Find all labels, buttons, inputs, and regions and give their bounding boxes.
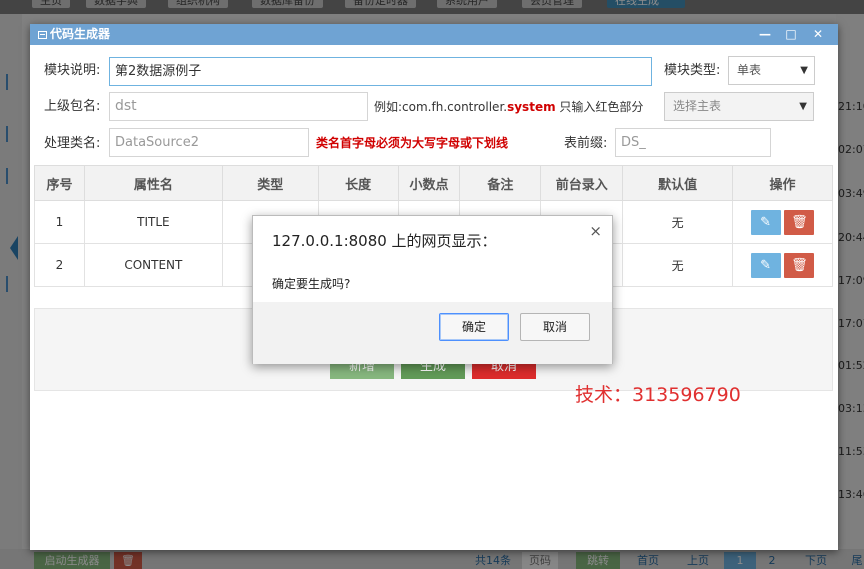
maximize-icon[interactable]: □ [780,24,802,45]
confirm-message: 确定要生成吗? [272,277,351,291]
col-header: 备注 [459,165,542,201]
col-header: 前台录入 [540,165,624,201]
cell-default: 无 [622,200,734,244]
cell-actions: ✎ 🗑 [732,200,833,244]
cell-no: 1 [34,200,85,244]
cell-default: 无 [622,243,734,287]
cell-actions: ✎ 🗑 [732,243,833,287]
module-desc-input[interactable]: 第2数据源例子 [109,57,652,86]
window-icon [38,31,47,39]
confirm-dialog: 127.0.0.1:8080 上的网页显示： × 确定要生成吗? 确定 取消 [252,215,613,364]
dialog-title-bar[interactable]: 代码生成器 — □ ✕ [30,24,838,45]
minimize-icon[interactable]: — [754,24,776,45]
package-label: 上级包名: [44,99,101,114]
confirm-title: 127.0.0.1:8080 上的网页显示： [272,232,497,250]
edit-icon[interactable]: ✎ [750,209,781,235]
module-type-select[interactable]: 单表 ▼ [728,56,815,85]
trash-icon[interactable]: 🗑 [784,252,815,278]
cell-no: 2 [34,243,85,287]
package-hint: 例如:com.fh.controller.system 只输入红色部分 [374,93,643,121]
module-type-label: 模块类型: [664,63,721,78]
col-header: 序号 [34,165,85,201]
edit-icon[interactable]: ✎ [750,252,781,278]
package-hint-red: system [507,100,556,114]
col-header: 操作 [732,165,833,201]
col-header: 属性名 [83,165,223,201]
col-header: 类型 [221,165,319,201]
package-input[interactable]: dst [109,92,368,121]
close-icon[interactable]: × [589,222,602,240]
contact-watermark: 技术：313596790 [575,384,741,406]
col-header: 默认值 [622,165,734,201]
col-header: 长度 [317,165,399,201]
class-name-label: 处理类名: [44,136,101,151]
module-type-value: 单表 [737,63,762,77]
table-prefix-input[interactable]: DS_ [615,128,771,157]
package-hint-suffix: 只输入红色部分 [559,100,644,114]
table-header-row: 序号 属性名 类型 长度 小数点 备注 前台录入 默认值 操作 [34,165,833,201]
dialog-title: 代码生成器 [50,27,111,41]
table-prefix-label: 表前缀: [564,136,608,151]
package-hint-prefix: 例如:com.fh.controller. [374,100,508,114]
col-header: 小数点 [397,165,461,201]
confirm-cancel-button[interactable]: 取消 [520,313,590,341]
close-icon[interactable]: ✕ [807,24,829,45]
caret-down-icon: ▼ [800,65,808,76]
class-name-input[interactable]: DataSource2 [109,128,309,157]
caret-down-icon: ▼ [799,101,807,112]
cell-name: TITLE [83,200,223,244]
module-desc-label: 模块说明: [44,63,101,78]
trash-icon[interactable]: 🗑 [784,209,815,235]
master-table-select[interactable]: 选择主表 ▼ [664,92,814,121]
master-table-value: 选择主表 [673,99,722,113]
cell-name: CONTENT [83,243,223,287]
confirm-ok-button[interactable]: 确定 [439,313,509,341]
class-name-hint: 类名首字母必须为大写字母或下划线 [316,136,509,150]
